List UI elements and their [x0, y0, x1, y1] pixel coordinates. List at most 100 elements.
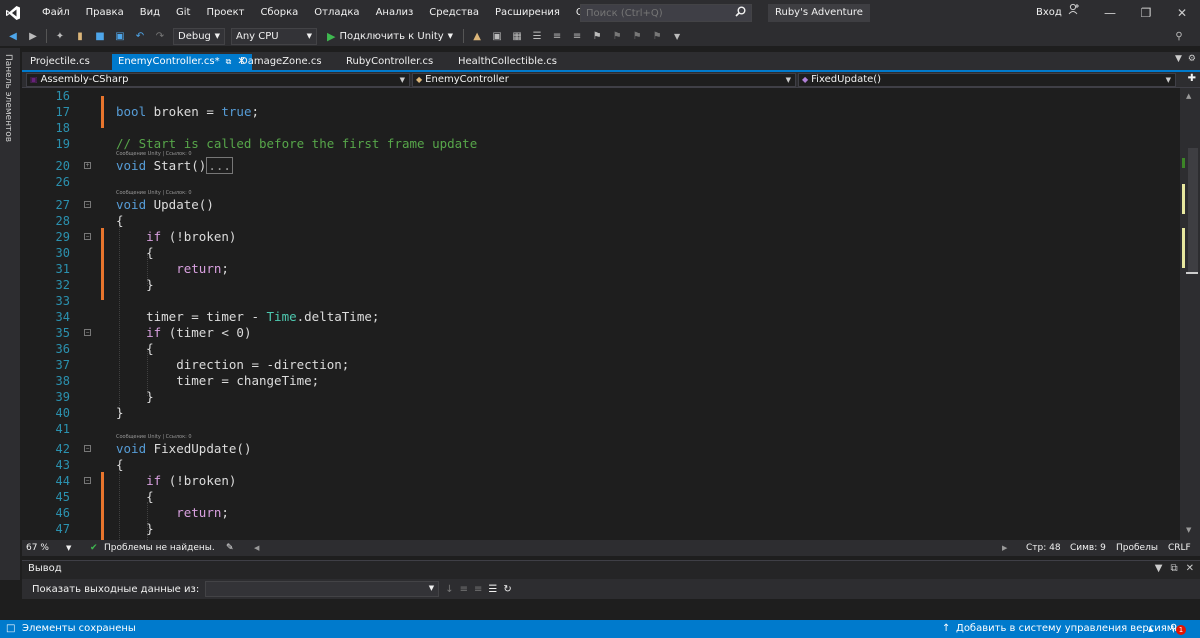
back-icon[interactable]: ◀ [6, 29, 20, 43]
save-icon[interactable]: ■ [93, 29, 107, 43]
menu-extensions[interactable]: Расширения [487, 0, 568, 26]
line-number: 16 [55, 89, 70, 103]
undo-icon[interactable]: ↶ [133, 29, 147, 43]
open-folder-icon[interactable]: ▮ [73, 29, 87, 43]
search-input[interactable] [586, 7, 726, 19]
indent-mode[interactable]: Пробелы [1116, 540, 1158, 556]
configuration-select[interactable]: Debug ▼ [173, 27, 225, 45]
attach-to-unity-button[interactable]: ▶ Подключить к Unity ▼ [323, 30, 457, 43]
toolbox-side-panel[interactable]: Панель элементов [0, 48, 20, 580]
change-mark [1182, 158, 1185, 168]
pin-icon[interactable]: ⧉ [1170, 563, 1177, 574]
editor-scrollbar[interactable]: ▲ ▼ [1180, 88, 1200, 540]
layout-icon[interactable]: ▦ [510, 29, 524, 43]
login-label: Вход [1036, 7, 1062, 18]
toolbar-separator [46, 29, 47, 43]
output-source-select[interactable]: ▼ [205, 581, 440, 597]
tab-rubycontroller[interactable]: RubyController.cs [340, 54, 439, 70]
zoom-level[interactable]: 67 % [26, 540, 49, 556]
split-editor-icon[interactable]: ✚ [1188, 73, 1196, 84]
toolbox-label[interactable]: Панель элементов [3, 54, 13, 142]
close-icon[interactable]: ✕ [1186, 563, 1194, 574]
tab-enemycontroller[interactable]: EnemyController.cs* ⧉ ✕ [112, 54, 252, 70]
scroll-left-icon[interactable]: ◀ [254, 540, 259, 556]
find-message-icon[interactable]: ↓ [445, 584, 453, 595]
output-content[interactable] [22, 599, 1200, 619]
menu-edit[interactable]: Правка [78, 0, 132, 26]
problems-status[interactable]: Проблемы не найдены. [104, 540, 215, 556]
scroll-down-icon[interactable]: ▼ [1186, 526, 1191, 534]
feedback-icon[interactable]: ⚲ [1172, 29, 1186, 43]
scroll-thumb[interactable] [1188, 148, 1198, 272]
menu-debug[interactable]: Отладка [306, 0, 367, 26]
line-number: 45 [55, 490, 70, 504]
project-dropdown[interactable]: ▣ Assembly-CSharp ▼ [26, 73, 410, 87]
menu-view[interactable]: Вид [132, 0, 168, 26]
word-wrap-icon[interactable]: ↻ [503, 584, 511, 595]
chevron-down-icon[interactable]: ▼ [66, 540, 71, 556]
prev-bookmark-icon[interactable]: ⚑ [610, 29, 624, 43]
minimize-button[interactable]: — [1092, 0, 1128, 26]
scroll-right-icon[interactable]: ▶ [1002, 540, 1007, 556]
menu-project[interactable]: Проект [198, 0, 252, 26]
settings-icon[interactable]: ⚙ [1188, 54, 1196, 64]
pin-icon[interactable]: ⧉ [226, 54, 232, 70]
scroll-up-icon[interactable]: ▲ [1186, 92, 1191, 100]
line-ending[interactable]: CRLF [1168, 540, 1191, 556]
platform-select[interactable]: Any CPU ▼ [231, 27, 317, 45]
login-button[interactable]: Вход [1036, 0, 1080, 26]
code-cleanup-icon[interactable]: ✎ [226, 540, 234, 556]
search-box[interactable] [580, 4, 752, 22]
browse-icon[interactable]: ▲ [470, 29, 484, 43]
maximize-button[interactable]: ❐ [1128, 0, 1164, 26]
prev-message-icon[interactable]: ≡ [460, 584, 468, 595]
code-editor[interactable]: 16 17 bool broken = true; 18 19 // Start i… [22, 88, 1180, 540]
code-text: } [116, 521, 154, 536]
redo-icon[interactable]: ↷ [153, 29, 167, 43]
forward-icon[interactable]: ▶ [26, 29, 40, 43]
tab-label: EnemyController.cs* [118, 56, 220, 67]
menu-file[interactable]: Файл [34, 0, 78, 26]
close-window-button[interactable]: ✕ [1164, 0, 1200, 26]
codelens-start[interactable]: Сообщение Unity | Ссылок: 0 [116, 151, 192, 158]
tab-list-icon[interactable]: ▼ [1175, 54, 1182, 64]
line-number: 20 [55, 159, 70, 173]
search-icon[interactable] [735, 6, 746, 20]
tab-healthcollectible[interactable]: HealthCollectible.cs [452, 54, 563, 70]
screenshot-icon[interactable]: ▣ [490, 29, 504, 43]
code-text: void Start()... [116, 157, 233, 174]
codelens-fixedupdate[interactable]: Сообщение Unity | Ссылок: 0 [116, 434, 192, 441]
type-dropdown[interactable]: ◆ EnemyController ▼ [412, 73, 796, 87]
menu-git[interactable]: Git [168, 0, 198, 26]
codelens-update[interactable]: Сообщение Unity | Ссылок: 0 [116, 190, 192, 197]
new-project-icon[interactable]: ✦ [53, 29, 67, 43]
column-indicator[interactable]: Симв: 9 [1070, 540, 1106, 556]
toolbar-overflow-icon[interactable]: ▼ [670, 29, 684, 43]
align-icon[interactable]: ☰ [530, 29, 544, 43]
menu-analyze[interactable]: Анализ [368, 0, 422, 26]
next-message-icon[interactable]: ≡ [474, 584, 482, 595]
clear-bookmarks-icon[interactable]: ⚑ [650, 29, 664, 43]
collapse-icon[interactable]: − [84, 329, 91, 336]
menu-build[interactable]: Сборка [252, 0, 306, 26]
tab-projectile[interactable]: Projectile.cs [24, 54, 96, 70]
save-all-icon[interactable]: ▣ [113, 29, 127, 43]
clear-all-icon[interactable]: ☰ [488, 584, 497, 595]
outdent-icon[interactable]: ≡ [570, 29, 584, 43]
tab-damagezone[interactable]: DamageZone.cs [234, 54, 328, 70]
chevron-up-icon[interactable]: ▲ [1148, 620, 1153, 638]
next-bookmark-icon[interactable]: ⚑ [630, 29, 644, 43]
indent-icon[interactable]: ≡ [550, 29, 564, 43]
collapse-icon[interactable]: − [84, 233, 91, 240]
panel-menu-icon[interactable]: ▼ [1155, 563, 1163, 574]
line-indicator[interactable]: Стр: 48 [1026, 540, 1061, 556]
collapse-icon[interactable]: − [84, 477, 91, 484]
member-dropdown[interactable]: ◆ FixedUpdate() ▼ [798, 73, 1176, 87]
collapse-icon[interactable]: − [84, 445, 91, 452]
code-text: return; [176, 261, 229, 276]
bookmark-icon[interactable]: ⚑ [590, 29, 604, 43]
code-text: { [116, 489, 154, 504]
collapse-icon[interactable]: − [84, 201, 91, 208]
expand-icon[interactable]: + [84, 162, 91, 169]
menu-tools[interactable]: Средства [421, 0, 487, 26]
